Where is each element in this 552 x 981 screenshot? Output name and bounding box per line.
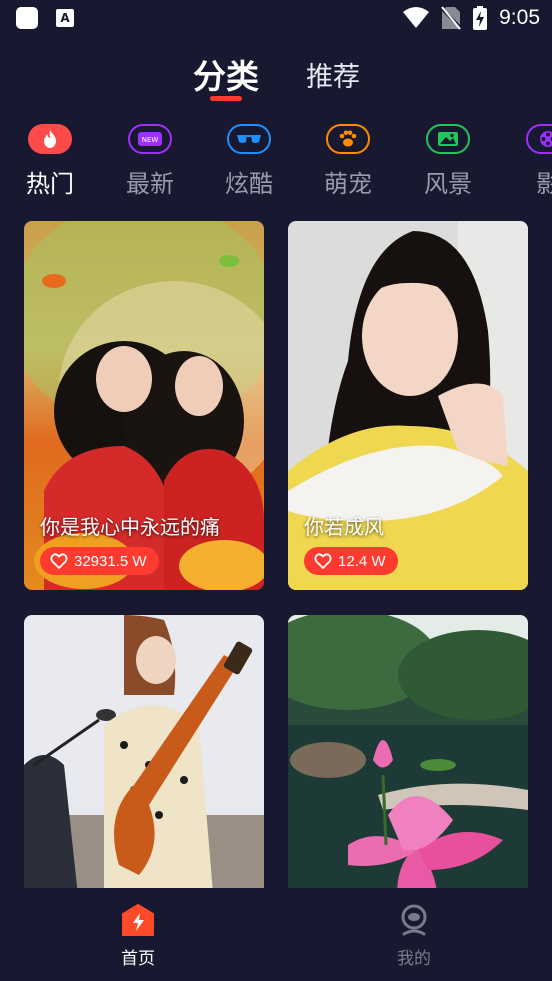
heart-icon bbox=[314, 553, 332, 569]
nav-label: 首页 bbox=[121, 949, 155, 969]
video-card[interactable] bbox=[288, 615, 528, 905]
svg-text:NEW: NEW bbox=[142, 136, 159, 144]
video-title: 你若成风 bbox=[304, 515, 384, 539]
category-scenery[interactable]: 风景 bbox=[418, 124, 478, 199]
video-title: 你是我心中永远的痛 bbox=[40, 515, 220, 539]
status-time: 9:05 bbox=[499, 6, 540, 29]
fire-icon bbox=[28, 124, 72, 154]
category-row: 热门 NEW 最新 炫酷 萌宠 风景 影 bbox=[0, 124, 552, 200]
tab-recommend[interactable]: 推荐 bbox=[306, 55, 360, 94]
nav-mine[interactable]: 我的 bbox=[374, 904, 454, 969]
category-newest[interactable]: NEW 最新 bbox=[120, 124, 180, 199]
category-label: 萌宠 bbox=[324, 170, 372, 198]
nav-home[interactable]: 首页 bbox=[98, 904, 178, 969]
video-card[interactable]: 你若成风 12.4 W bbox=[288, 221, 528, 590]
category-label: 热门 bbox=[26, 170, 74, 198]
status-bar: A 9:05 bbox=[0, 0, 552, 38]
sunglasses-icon bbox=[227, 124, 271, 154]
active-tab-indicator bbox=[210, 96, 242, 101]
video-card[interactable] bbox=[24, 615, 264, 905]
like-count: 12.4 W bbox=[338, 552, 386, 570]
paw-icon bbox=[326, 124, 370, 154]
video-thumbnail bbox=[24, 615, 264, 905]
battery-charging-icon bbox=[473, 6, 488, 30]
top-tabs: 分类 推荐 bbox=[0, 50, 552, 106]
tab-category[interactable]: 分类 bbox=[193, 50, 259, 98]
home-bolt-icon bbox=[122, 904, 154, 936]
category-hot[interactable]: 热门 bbox=[20, 124, 80, 199]
landscape-icon bbox=[426, 124, 470, 154]
category-label: 最新 bbox=[126, 170, 174, 198]
category-pets[interactable]: 萌宠 bbox=[318, 124, 378, 199]
app-square-icon bbox=[16, 7, 38, 29]
category-label: 风景 bbox=[424, 170, 472, 198]
nav-label: 我的 bbox=[397, 949, 431, 969]
video-thumbnail bbox=[288, 615, 528, 905]
like-count-badge: 32931.5 W bbox=[40, 547, 159, 575]
category-label: 炫酷 bbox=[225, 170, 273, 198]
a-notification-icon: A bbox=[56, 9, 74, 27]
wifi-icon bbox=[403, 7, 430, 28]
category-label: 影 bbox=[536, 170, 552, 198]
film-reel-icon bbox=[526, 124, 552, 154]
no-sim-icon bbox=[441, 6, 462, 30]
new-badge-icon: NEW bbox=[128, 124, 172, 154]
category-cool[interactable]: 炫酷 bbox=[219, 124, 279, 199]
profile-icon bbox=[401, 904, 427, 936]
like-count: 32931.5 W bbox=[74, 552, 147, 570]
category-film[interactable]: 影 bbox=[518, 124, 552, 199]
video-card[interactable]: 你是我心中永远的痛 32931.5 W bbox=[24, 221, 264, 590]
bottom-nav: 首页 我的 bbox=[0, 888, 552, 981]
like-count-badge: 12.4 W bbox=[304, 547, 398, 575]
heart-icon bbox=[50, 553, 68, 569]
